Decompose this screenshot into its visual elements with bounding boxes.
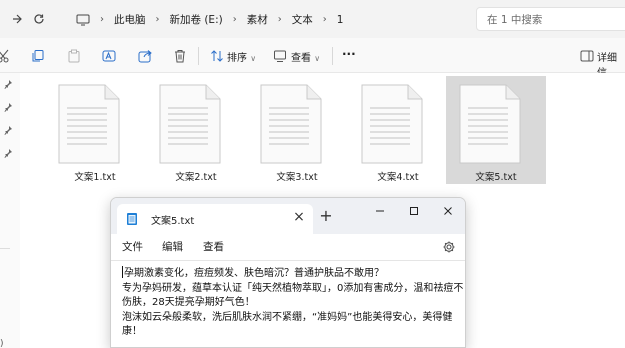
rename-icon[interactable] xyxy=(101,48,117,64)
close-window-icon[interactable] xyxy=(433,202,463,220)
text-document-icon xyxy=(361,84,423,164)
file-name: 文案4.txt xyxy=(377,172,419,183)
paste-icon[interactable] xyxy=(66,48,82,64)
text-line-content: 孕期激素变化，痘痘频发、肤色暗沉？普通护肤品不敢用？ xyxy=(124,268,384,279)
breadcrumb-item-sucai[interactable]: 素材 xyxy=(247,12,268,27)
share-icon[interactable] xyxy=(137,48,153,64)
text-document-icon xyxy=(459,84,521,164)
chevron-down-icon: ∨ xyxy=(314,54,321,63)
toolbar-divider xyxy=(332,47,333,65)
forward-icon[interactable] xyxy=(8,10,26,28)
text-line: 专为孕妈研发，蕴草本认证「纯天然植物萃取」，0添加有害成分，温和祛痘不伤肤，28… xyxy=(122,282,464,309)
text-line: 泡沫如云朵般柔软，洗后肌肤水润不紧绷，“准妈妈”也能美得安心，美得健康！ xyxy=(122,311,453,338)
view-icon[interactable] xyxy=(272,48,288,64)
breadcrumb-separator-icon: › xyxy=(100,14,104,25)
breadcrumb: › 此电脑 › 新加卷 (E:) › 素材 › 文本 › 1 xyxy=(76,12,343,27)
text-document-icon xyxy=(58,84,120,164)
cut-icon[interactable] xyxy=(0,48,12,64)
more-options-button[interactable]: ··· xyxy=(342,47,356,61)
menu-edit[interactable]: 编辑 xyxy=(162,239,183,254)
breadcrumb-separator-icon: › xyxy=(155,14,160,25)
file-tile[interactable]: 文案2.txt xyxy=(146,76,246,184)
sort-icon[interactable] xyxy=(209,48,225,64)
view-label: 查看 xyxy=(291,53,311,64)
nav-divider xyxy=(0,248,10,249)
notepad-tab[interactable]: 文案5.txt × xyxy=(117,204,313,234)
monitor-icon[interactable] xyxy=(76,14,90,26)
file-tile[interactable]: 文案1.txt xyxy=(45,76,145,184)
file-name: 文案2.txt xyxy=(175,172,217,183)
text-document-icon xyxy=(260,84,322,164)
file-name: 文案1.txt xyxy=(74,172,116,183)
chevron-down-icon: ∨ xyxy=(250,54,257,63)
file-name: 文案3.txt xyxy=(276,172,318,183)
minimize-icon[interactable] xyxy=(365,202,395,220)
close-tab-icon[interactable]: × xyxy=(292,210,306,224)
breadcrumb-item-drive-e[interactable]: 新加卷 (E:) xyxy=(170,12,223,27)
pin-icon[interactable] xyxy=(3,79,13,89)
file-tile[interactable]: 文案4.txt xyxy=(348,76,448,184)
breadcrumb-separator-icon: › xyxy=(232,14,237,25)
settings-gear-icon[interactable] xyxy=(442,240,456,254)
text-document-icon xyxy=(159,84,221,164)
pin-icon[interactable] xyxy=(3,125,13,135)
breadcrumb-item-wenben[interactable]: 文本 xyxy=(292,12,313,27)
details-pane-icon[interactable] xyxy=(579,48,595,64)
notepad-menubar: 文件 编辑 查看 xyxy=(111,234,465,260)
breadcrumb-separator-icon: › xyxy=(277,14,282,25)
copy-icon[interactable] xyxy=(30,48,46,64)
pin-icon[interactable] xyxy=(3,102,13,112)
new-tab-icon[interactable]: + xyxy=(318,208,334,224)
text-caret xyxy=(122,266,123,278)
notepad-text-area[interactable]: 孕期激素变化，痘痘频发、肤色暗沉？普通护肤品不敢用？ 专为孕妈研发，蕴草本认证「… xyxy=(122,266,464,340)
address-bar-row: › 此电脑 › 新加卷 (E:) › 素材 › 文本 › 1 在 1 中搜索 xyxy=(0,0,625,38)
notepad-app-icon xyxy=(127,213,137,225)
text-line: 孕期激素变化，痘痘频发、肤色暗沉？普通护肤品不敢用？ xyxy=(122,266,464,282)
breadcrumb-item-this-pc[interactable]: 此电脑 xyxy=(114,12,146,27)
notepad-titlebar[interactable]: 文案5.txt × + xyxy=(111,198,465,234)
toolbar-divider xyxy=(198,47,199,65)
nav-item-label-fragment[interactable]: ) xyxy=(0,339,4,348)
maximize-icon[interactable] xyxy=(399,202,429,220)
file-name: 文案5.txt xyxy=(475,172,517,183)
file-tile-selected[interactable]: 文案5.txt xyxy=(446,76,546,184)
command-bar: 排序 ∨ 查看 ∨ ··· 详细信 xyxy=(0,38,625,79)
breadcrumb-separator-icon: › xyxy=(322,14,327,25)
notepad-tab-title: 文案5.txt xyxy=(151,216,195,227)
delete-icon[interactable] xyxy=(172,48,188,64)
menu-file[interactable]: 文件 xyxy=(122,239,143,254)
breadcrumb-item-1[interactable]: 1 xyxy=(337,14,344,26)
search-input[interactable]: 在 1 中搜索 xyxy=(476,7,625,31)
pin-icon[interactable] xyxy=(3,148,13,158)
refresh-icon[interactable] xyxy=(30,10,48,28)
sort-button[interactable]: 排序 ∨ xyxy=(227,49,256,64)
navigation-pane: ) xyxy=(0,73,20,348)
notepad-window: 文案5.txt × + 文件 编辑 查看 孕期激素变化，痘痘频发、肤色暗沉？普通… xyxy=(110,197,466,348)
view-button[interactable]: 查看 ∨ xyxy=(291,49,320,64)
menu-view[interactable]: 查看 xyxy=(203,239,224,254)
file-tile[interactable]: 文案3.txt xyxy=(247,76,347,184)
sort-label: 排序 xyxy=(227,53,247,64)
notepad-divider xyxy=(111,260,465,261)
search-placeholder: 在 1 中搜索 xyxy=(487,13,543,26)
